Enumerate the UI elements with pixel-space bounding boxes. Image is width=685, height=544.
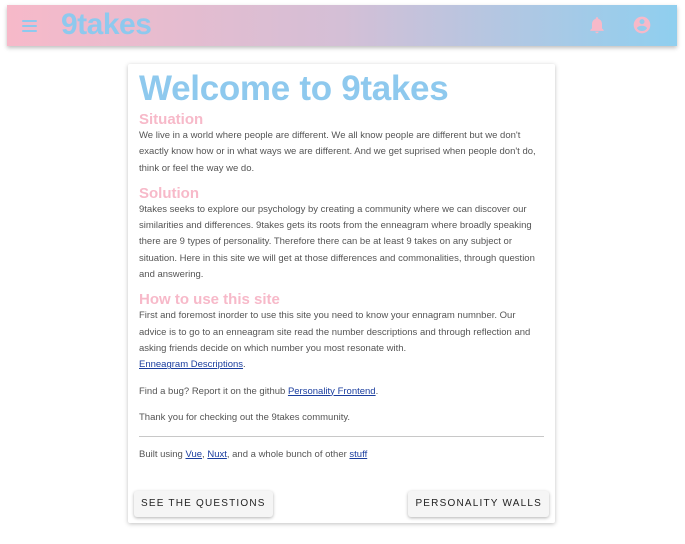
- top-toolbar: 9takes: [7, 5, 677, 46]
- how-to-text: First and foremost inorder to use this s…: [139, 308, 544, 373]
- welcome-card: Welcome to 9takes Situation We live in a…: [128, 64, 555, 523]
- how-to-body: First and foremost inorder to use this s…: [139, 310, 531, 354]
- how-to-period: .: [243, 359, 246, 371]
- page-title: Welcome to 9takes: [139, 69, 449, 108]
- see-questions-button[interactable]: See the questions: [134, 491, 273, 517]
- bug-report-text: Find a bug? Report it on the github Pers…: [139, 384, 544, 400]
- bug-text: Find a bug? Report it on the github: [139, 385, 286, 397]
- card-content: Welcome to 9takes Situation We live in a…: [139, 64, 544, 463]
- bug-period: .: [375, 385, 379, 397]
- personality-frontend-link[interactable]: Personality Frontend: [288, 386, 376, 397]
- bell-icon[interactable]: [587, 15, 607, 35]
- solution-text: 9takes seeks to explore our psychology b…: [139, 203, 535, 281]
- menu-icon[interactable]: [19, 15, 41, 37]
- thanks-text: Thank you for checking out the 9takes co…: [139, 411, 351, 423]
- built-prefix: Built using: [139, 449, 183, 461]
- personality-walls-button[interactable]: Personality walls: [408, 491, 549, 517]
- solution-heading: Solution: [139, 184, 199, 202]
- how-to-heading: How to use this site: [139, 291, 280, 309]
- situation-text: We live in a world where people are diff…: [139, 130, 536, 174]
- situation-section: Situation We live in a world where peopl…: [139, 112, 544, 177]
- card-actions: See the questions Personality walls: [128, 491, 555, 519]
- enneagram-descriptions-link[interactable]: Enneagram Descriptions: [139, 359, 243, 370]
- account-circle-icon[interactable]: [632, 15, 652, 35]
- solution-section: Solution 9takes seeks to explore our psy…: [139, 184, 544, 283]
- situation-heading: Situation: [139, 111, 204, 128]
- vue-link[interactable]: Vue: [185, 449, 202, 460]
- built-sep: ,: [202, 449, 205, 461]
- divider: [139, 436, 544, 438]
- how-to-section: How to use this site First and foremost …: [139, 292, 544, 373]
- stuff-link[interactable]: stuff: [349, 449, 367, 460]
- built-using-text: Built using Vue, Nuxt, and a whole bunch…: [139, 447, 544, 463]
- nuxt-link[interactable]: Nuxt: [207, 449, 227, 460]
- built-middle: , and a whole bunch of other: [226, 449, 347, 461]
- brand-logo[interactable]: 9takes: [61, 7, 152, 43]
